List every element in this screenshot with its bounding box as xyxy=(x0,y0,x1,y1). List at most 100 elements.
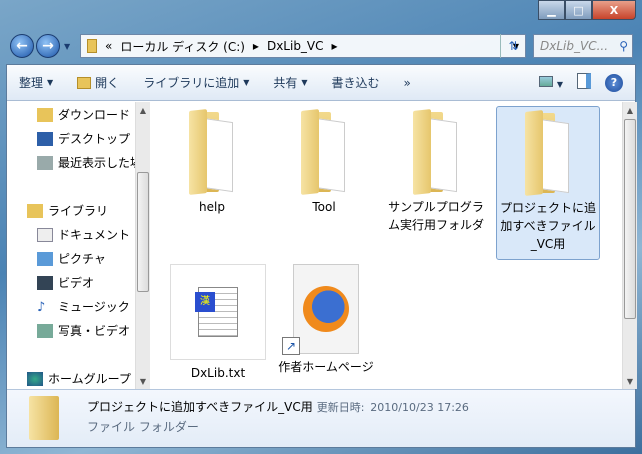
add-to-library-button[interactable]: ライブラリに追加 ▼ xyxy=(131,74,261,91)
recent-places-icon xyxy=(37,155,53,170)
download-folder-icon xyxy=(37,107,53,122)
close-button[interactable]: X xyxy=(592,0,636,20)
scroll-down-arrow[interactable]: ▼ xyxy=(136,373,150,389)
pictures-icon xyxy=(37,251,53,266)
organize-button[interactable]: 整理 ▼ xyxy=(7,74,65,91)
item-label: Tool xyxy=(312,200,336,214)
videos-icon xyxy=(37,275,53,290)
selected-item-name: プロジェクトに追加すべきファイル_VC用 xyxy=(87,400,313,414)
item-label: 作者ホームページ xyxy=(278,360,374,374)
search-placeholder: DxLib_VC... xyxy=(540,39,609,53)
music-icon: ♪ xyxy=(37,299,46,315)
add-to-library-label: ライブラリに追加 xyxy=(143,76,240,90)
forward-button[interactable]: → xyxy=(36,34,60,58)
item-label: プロジェクトに追加すべきファイル_VC用 xyxy=(499,201,596,251)
more-commands-button[interactable]: » xyxy=(392,76,423,90)
sidebar-item-pictures[interactable]: ピクチャ xyxy=(37,250,106,267)
folder-icon xyxy=(293,106,355,195)
chevron-down-icon: ▼ xyxy=(243,78,250,87)
refresh-button[interactable]: ⇅ xyxy=(500,34,526,58)
scroll-up-arrow[interactable]: ▲ xyxy=(136,102,150,118)
preview-pane-icon xyxy=(577,73,591,89)
minimize-button[interactable]: ▁ xyxy=(538,0,565,20)
open-folder-icon xyxy=(77,76,92,89)
burn-button[interactable]: 書き込む xyxy=(320,74,392,91)
navigation-sidebar: ダウンロード デスクトップ 最近表示した場所 ライブラリ ドキュメント ピクチャ… xyxy=(7,102,135,389)
item-label: サンプルプログラム実行用フォルダ xyxy=(387,200,484,232)
file-item-dxlib-txt[interactable]: 漢 DxLib.txt xyxy=(166,264,270,382)
view-icon xyxy=(539,75,554,87)
open-button[interactable]: 開く xyxy=(65,74,131,91)
file-list: help Tool サンプルプログラム実行用フォルダ プロジェクトに追加すべきフ… xyxy=(150,102,622,389)
sidebar-item-label: ビデオ xyxy=(58,276,95,290)
folder-icon xyxy=(181,106,243,195)
sidebar-item-documents[interactable]: ドキュメント xyxy=(37,226,130,243)
folder-icon xyxy=(87,39,97,53)
sidebar-item-label: 最近表示した場所 xyxy=(58,156,135,170)
maximize-button[interactable]: □ xyxy=(565,0,592,20)
breadcrumb-dxlib-vc[interactable]: DxLib_VC xyxy=(267,39,324,53)
sidebar-item-libraries[interactable]: ライブラリ xyxy=(27,202,108,219)
sidebar-item-desktop[interactable]: デスクトップ xyxy=(37,130,130,147)
scroll-up-arrow[interactable]: ▲ xyxy=(623,102,637,118)
text-file-icon: 漢 xyxy=(170,264,266,360)
file-list-scrollbar[interactable]: ▲ ▼ xyxy=(622,102,637,389)
search-input[interactable]: DxLib_VC... ⚲ xyxy=(533,34,633,58)
item-label: help xyxy=(199,200,225,214)
breadcrumb-separator[interactable]: ▸ xyxy=(332,39,338,53)
command-bar: 整理 ▼ 開く ライブラリに追加 ▼ 共有 ▼ 書き込む » ▼ ? xyxy=(7,65,635,101)
folder-item-vc-files[interactable]: プロジェクトに追加すべきファイル_VC用 xyxy=(496,106,600,260)
library-icon xyxy=(27,203,43,218)
folder-icon xyxy=(405,106,467,195)
desktop-icon xyxy=(37,131,53,146)
breadcrumb-local-disk[interactable]: ローカル ディスク (C:) xyxy=(120,38,245,55)
window-controls: ▁ □ X xyxy=(538,0,636,20)
modified-value: 2010/10/23 17:26 xyxy=(370,401,469,414)
sidebar-item-videos[interactable]: ビデオ xyxy=(37,274,94,291)
scrollbar-thumb[interactable] xyxy=(624,119,636,319)
folder-item-tool[interactable]: Tool xyxy=(272,106,376,216)
sidebar-item-label: ダウンロード xyxy=(58,108,131,122)
selected-item-type: ファイル フォルダー xyxy=(87,420,199,434)
help-button[interactable]: ? xyxy=(605,73,623,92)
folder-item-sample[interactable]: サンプルプログラム実行用フォルダ xyxy=(384,106,488,234)
share-button[interactable]: 共有 ▼ xyxy=(261,74,319,91)
breadcrumb-separator[interactable]: ▸ xyxy=(253,39,259,53)
sidebar-item-label: ミュージック xyxy=(58,300,130,314)
scroll-down-arrow[interactable]: ▼ xyxy=(623,373,637,389)
sidebar-item-label: ドキュメント xyxy=(58,228,131,242)
recent-pages-dropdown[interactable]: ▼ xyxy=(64,42,70,51)
sidebar-item-label: デスクトップ xyxy=(58,132,131,146)
sidebar-item-label: 写真・ビデオ xyxy=(58,324,131,338)
modified-label: 更新日時: xyxy=(316,401,365,414)
share-label: 共有 xyxy=(273,76,298,90)
view-options-button[interactable]: ▼ xyxy=(539,75,563,90)
folder-icon xyxy=(517,107,579,196)
preview-pane-button[interactable] xyxy=(577,73,591,92)
breadcrumb-overflow[interactable]: « xyxy=(105,39,112,53)
address-bar[interactable]: « ローカル ディスク (C:) ▸ DxLib_VC ▸ ▼ xyxy=(80,34,526,58)
search-icon[interactable]: ⚲ xyxy=(619,39,628,53)
homegroup-icon xyxy=(27,371,43,386)
sidebar-item-music[interactable]: ♪ ミュージック xyxy=(37,298,130,315)
sidebar-item-downloads[interactable]: ダウンロード xyxy=(37,106,130,123)
refresh-icon: ⇅ xyxy=(508,39,519,53)
chevron-down-icon: ▼ xyxy=(556,79,563,89)
sidebar-item-photos-videos[interactable]: 写真・ビデオ xyxy=(37,322,130,339)
details-pane: プロジェクトに追加すべきファイル_VC用 更新日時: 2010/10/23 17:… xyxy=(7,389,635,447)
explorer-pane: 整理 ▼ 開く ライブラリに追加 ▼ 共有 ▼ 書き込む » ▼ ? ダウンロード デ… xyxy=(6,64,637,448)
back-button[interactable]: ← xyxy=(10,34,34,58)
sidebar-item-label: ホームグループ xyxy=(48,372,131,386)
sidebar-item-homegroup[interactable]: ホームグループ xyxy=(27,370,131,387)
chevron-down-icon: ▼ xyxy=(47,78,54,87)
sidebar-item-recent-places[interactable]: 最近表示した場所 xyxy=(37,154,135,171)
organize-label: 整理 xyxy=(19,76,44,90)
chevron-down-icon: ▼ xyxy=(301,78,308,87)
shortcut-item-author-homepage[interactable]: ↗ 作者ホームページ xyxy=(274,264,378,376)
sidebar-scrollbar[interactable]: ▲ ▼ xyxy=(135,102,150,389)
scrollbar-thumb[interactable] xyxy=(137,172,149,292)
sidebar-item-label: ライブラリ xyxy=(48,204,109,218)
folder-icon xyxy=(29,396,59,440)
folder-item-help[interactable]: help xyxy=(160,106,264,216)
documents-icon xyxy=(37,227,53,242)
